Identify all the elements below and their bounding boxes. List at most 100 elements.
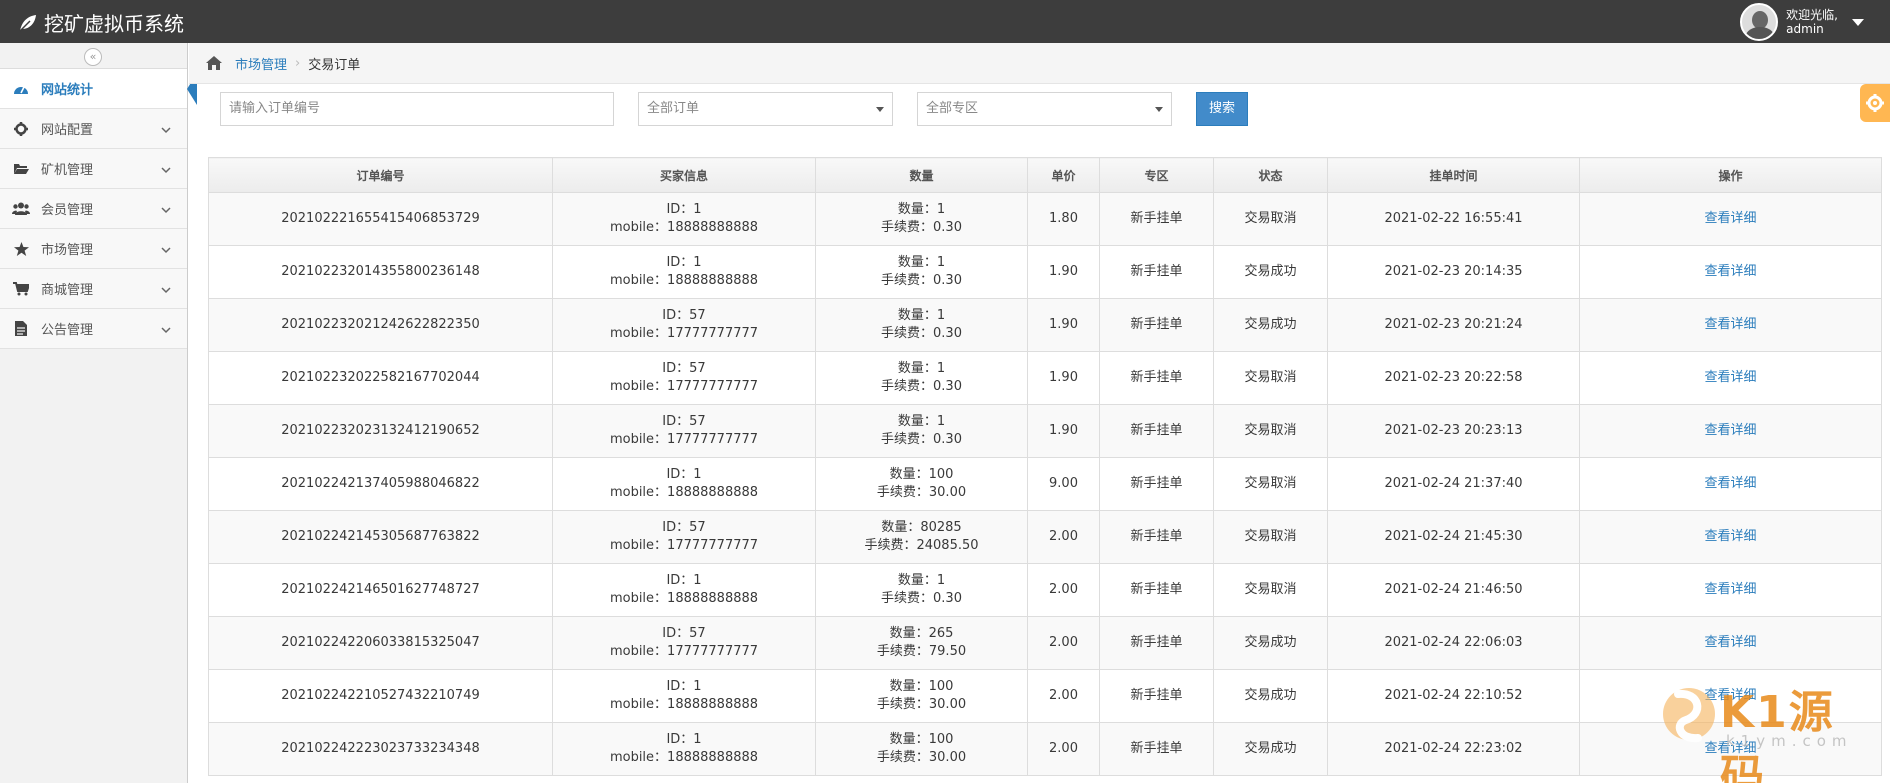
- view-details-link[interactable]: 查看详细: [1704, 582, 1756, 597]
- top-navbar: 挖矿虚拟币系统 欢迎光临, admin: [0, 0, 1890, 43]
- sidebar-item-0[interactable]: 网站统计: [0, 69, 197, 109]
- buyer-info-cell: ID：57 mobile：17777777777: [552, 298, 816, 352]
- sidebar-item-4[interactable]: 市场管理: [0, 229, 187, 269]
- settings-toggle[interactable]: [1860, 84, 1890, 122]
- sidebar-item-3[interactable]: 会员管理: [0, 189, 187, 229]
- buyer-info-cell: ID：57 mobile：17777777777: [552, 404, 816, 458]
- zone-select[interactable]: 全部专区: [917, 92, 1172, 126]
- time-cell: 2021-02-23 20:23:13: [1327, 404, 1580, 458]
- view-details-link[interactable]: 查看详细: [1704, 264, 1756, 279]
- avatar[interactable]: [1740, 3, 1779, 41]
- action-cell: 查看详细: [1579, 616, 1882, 670]
- zone-cell: 新手挂单: [1099, 669, 1214, 723]
- table-row: 20210223201435580023614​8 ID：1 mobile：1888…: [208, 245, 1882, 299]
- caret-down-icon: [1155, 107, 1163, 112]
- buyer-mobile: mobile：18888888888: [609, 697, 759, 712]
- time-cell: 2021-02-24 22:06:03: [1327, 616, 1580, 670]
- view-details-link[interactable]: 查看详细: [1704, 211, 1756, 226]
- view-details-link[interactable]: 查看详细: [1704, 635, 1756, 650]
- column-header[interactable]: 挂单时间: [1327, 157, 1580, 193]
- table-row: 20210224214530568776382​2 ID：57 mobile：177…: [208, 510, 1882, 564]
- brand[interactable]: 挖矿虚拟币系统: [18, 8, 184, 37]
- user-name: admin: [1786, 22, 1824, 36]
- sidebar-item-6[interactable]: 公告管理: [0, 309, 187, 349]
- column-header[interactable]: 订单编号: [208, 157, 553, 193]
- user-menu[interactable]: 欢迎光临, admin: [1740, 2, 1864, 42]
- sidebar-item-1[interactable]: 网站配置: [0, 109, 187, 149]
- order-number-cell: 20210224220603381532504​7: [208, 616, 553, 670]
- column-header[interactable]: 专区: [1099, 157, 1214, 193]
- quantity-cell: 数量：1 手续费：0.30: [815, 404, 1028, 458]
- action-cell: 查看详细: [1579, 351, 1882, 405]
- double-left-chevron-icon[interactable]: «: [84, 48, 102, 66]
- view-details-link[interactable]: 查看详细: [1704, 370, 1756, 385]
- buyer-mobile: mobile：17777777777: [609, 644, 759, 659]
- buyer-mobile: mobile：17777777777: [609, 326, 759, 341]
- buyer-id: ID：1: [666, 255, 702, 270]
- time-cell: 2021-02-23 20:14:35: [1327, 245, 1580, 299]
- sidebar-item-label: 市场管理: [41, 243, 94, 258]
- view-details-link[interactable]: 查看详细: [1704, 317, 1756, 332]
- price-cell: 1.90: [1027, 404, 1100, 458]
- zone-value: 全部专区: [926, 101, 979, 116]
- time-cell: 2021-02-24 21:46:50: [1327, 563, 1580, 617]
- status-cell: 交易成功: [1213, 298, 1328, 352]
- sidebar: « 网站统计网站配置矿机管理 会员管理市场管理商城管理 公告管理: [0, 43, 197, 783]
- buyer-mobile: mobile：18888888888: [609, 485, 759, 500]
- app-title: 挖矿虚拟币系统: [44, 12, 184, 36]
- quantity-cell: 数量：1 手续费：0.30: [815, 192, 1028, 246]
- fee: 手续费：30.00: [876, 697, 967, 712]
- column-header[interactable]: 单价: [1027, 157, 1100, 193]
- column-header[interactable]: 买家信息: [552, 157, 816, 193]
- quantity: 数量：100: [889, 732, 954, 747]
- buyer-info-cell: ID：1 mobile：18888888888: [552, 245, 816, 299]
- time-cell: 2021-02-24 22:10:52: [1327, 669, 1580, 723]
- time-cell: 2021-02-24 21:37:40: [1327, 457, 1580, 511]
- zone-cell: 新手挂单: [1099, 298, 1214, 352]
- column-header[interactable]: 状态: [1213, 157, 1328, 193]
- column-header[interactable]: 数量: [815, 157, 1028, 193]
- sidebar-item-label: 网站配置: [41, 123, 94, 138]
- sidebar-item-5[interactable]: 商城管理: [0, 269, 187, 309]
- sidebar-item-label: 网站统计: [41, 83, 94, 98]
- view-details-link[interactable]: 查看详细: [1704, 529, 1756, 544]
- action-cell: 查看详细: [1579, 245, 1882, 299]
- fee: 手续费：0.30: [881, 220, 962, 235]
- price-cell: 1.90: [1027, 245, 1100, 299]
- zone-cell: 新手挂单: [1099, 510, 1214, 564]
- action-cell: 查看详细: [1579, 298, 1882, 352]
- column-header[interactable]: 操作: [1579, 157, 1882, 193]
- action-cell: 查看详细: [1579, 457, 1882, 511]
- breadcrumb-parent[interactable]: 市场管理: [235, 54, 287, 73]
- quantity: 数量：80285: [881, 520, 962, 535]
- view-details-link[interactable]: 查看详细: [1704, 423, 1756, 438]
- buyer-id: ID：1: [666, 573, 702, 588]
- zone-cell: 新手挂单: [1099, 563, 1214, 617]
- fee: 手续费：79.50: [876, 644, 967, 659]
- quantity-cell: 数量：100 手续费：30.00: [815, 722, 1028, 776]
- breadcrumb-current: 交易订单: [308, 57, 361, 73]
- chevron-down-icon: [161, 204, 171, 214]
- time-cell: 2021-02-23 20:21:24: [1327, 298, 1580, 352]
- home-icon[interactable]: [205, 55, 223, 71]
- order-type-select[interactable]: 全部订单: [638, 92, 893, 126]
- view-details-link[interactable]: 查看详细: [1704, 476, 1756, 491]
- star-icon: [11, 241, 31, 257]
- time-cell: 2021-02-23 20:22:58: [1327, 351, 1580, 405]
- watermark: K1源码 k1ym.com: [1660, 670, 1870, 783]
- order-number-cell: 20210223201435580023614​8: [208, 245, 553, 299]
- quantity-cell: 数量：100 手续费：30.00: [815, 457, 1028, 511]
- search-button[interactable]: 搜索: [1196, 92, 1248, 126]
- zone-cell: 新手挂单: [1099, 404, 1214, 458]
- price-cell: 2.00: [1027, 510, 1100, 564]
- sidebar-item-2[interactable]: 矿机管理: [0, 149, 187, 189]
- quantity: 数量：1: [897, 255, 946, 270]
- action-cell: 查看详细: [1579, 563, 1882, 617]
- table-row: 20210224220603381532504​7 ID：57 mobile：177…: [208, 616, 1882, 670]
- caret-down-icon[interactable]: [1852, 18, 1864, 26]
- buyer-id: ID：57: [662, 626, 706, 641]
- buyer-mobile: mobile：18888888888: [609, 220, 759, 235]
- order-number-input[interactable]: 请输入订单编号: [220, 92, 614, 126]
- leaf-icon: [19, 14, 36, 32]
- buyer-info-cell: ID：57 mobile：17777777777: [552, 351, 816, 405]
